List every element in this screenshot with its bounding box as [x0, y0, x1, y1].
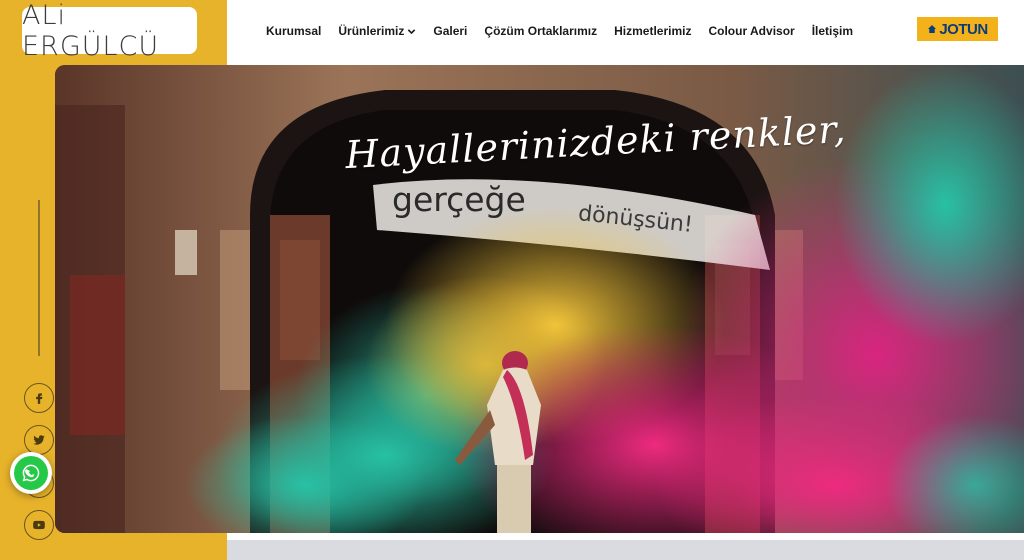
jotun-logo-text: JOTUN [939, 20, 988, 38]
nav-kurumsal[interactable]: Kurumsal [266, 24, 321, 38]
youtube-icon [33, 520, 45, 530]
facebook-icon [36, 393, 43, 404]
whatsapp-button[interactable] [10, 452, 52, 494]
brand-logo[interactable]: ALi ERGÜLCÜ [22, 0, 197, 62]
main-nav: Kurumsal Ürünlerimiz Galeri Çözüm Ortakl… [266, 24, 853, 38]
facebook-link[interactable] [24, 383, 54, 413]
section-divider-strip [227, 540, 1024, 560]
nav-hizmetlerimiz[interactable]: Hizmetlerimiz [614, 24, 691, 38]
nav-iletisim[interactable]: İletişim [812, 24, 853, 38]
jotun-logo[interactable]: JOTUN [917, 17, 998, 41]
nav-urunlerimiz[interactable]: Ürünlerimiz [338, 24, 416, 38]
brand-logo-text: ALi ERGÜLCÜ [22, 0, 160, 62]
whatsapp-icon [22, 464, 40, 482]
youtube-link[interactable] [24, 510, 54, 540]
hero-banner: Hayallerinizdeki renkler, gerçeğe dönüşs… [55, 65, 1024, 533]
nav-colour-advisor[interactable]: Colour Advisor [708, 24, 794, 38]
house-icon [928, 25, 937, 33]
twitter-icon [33, 435, 45, 445]
chevron-down-icon [408, 28, 416, 34]
nav-galeri[interactable]: Galeri [433, 24, 467, 38]
whatsapp-badge [14, 456, 48, 490]
hero-title-main: gerçeğe [392, 180, 526, 219]
twitter-link[interactable] [24, 425, 54, 455]
rail-divider [38, 200, 40, 356]
nav-urunlerimiz-label: Ürünlerimiz [338, 24, 405, 38]
nav-cozum-ortaklarimiz[interactable]: Çözüm Ortaklarımız [484, 24, 597, 38]
